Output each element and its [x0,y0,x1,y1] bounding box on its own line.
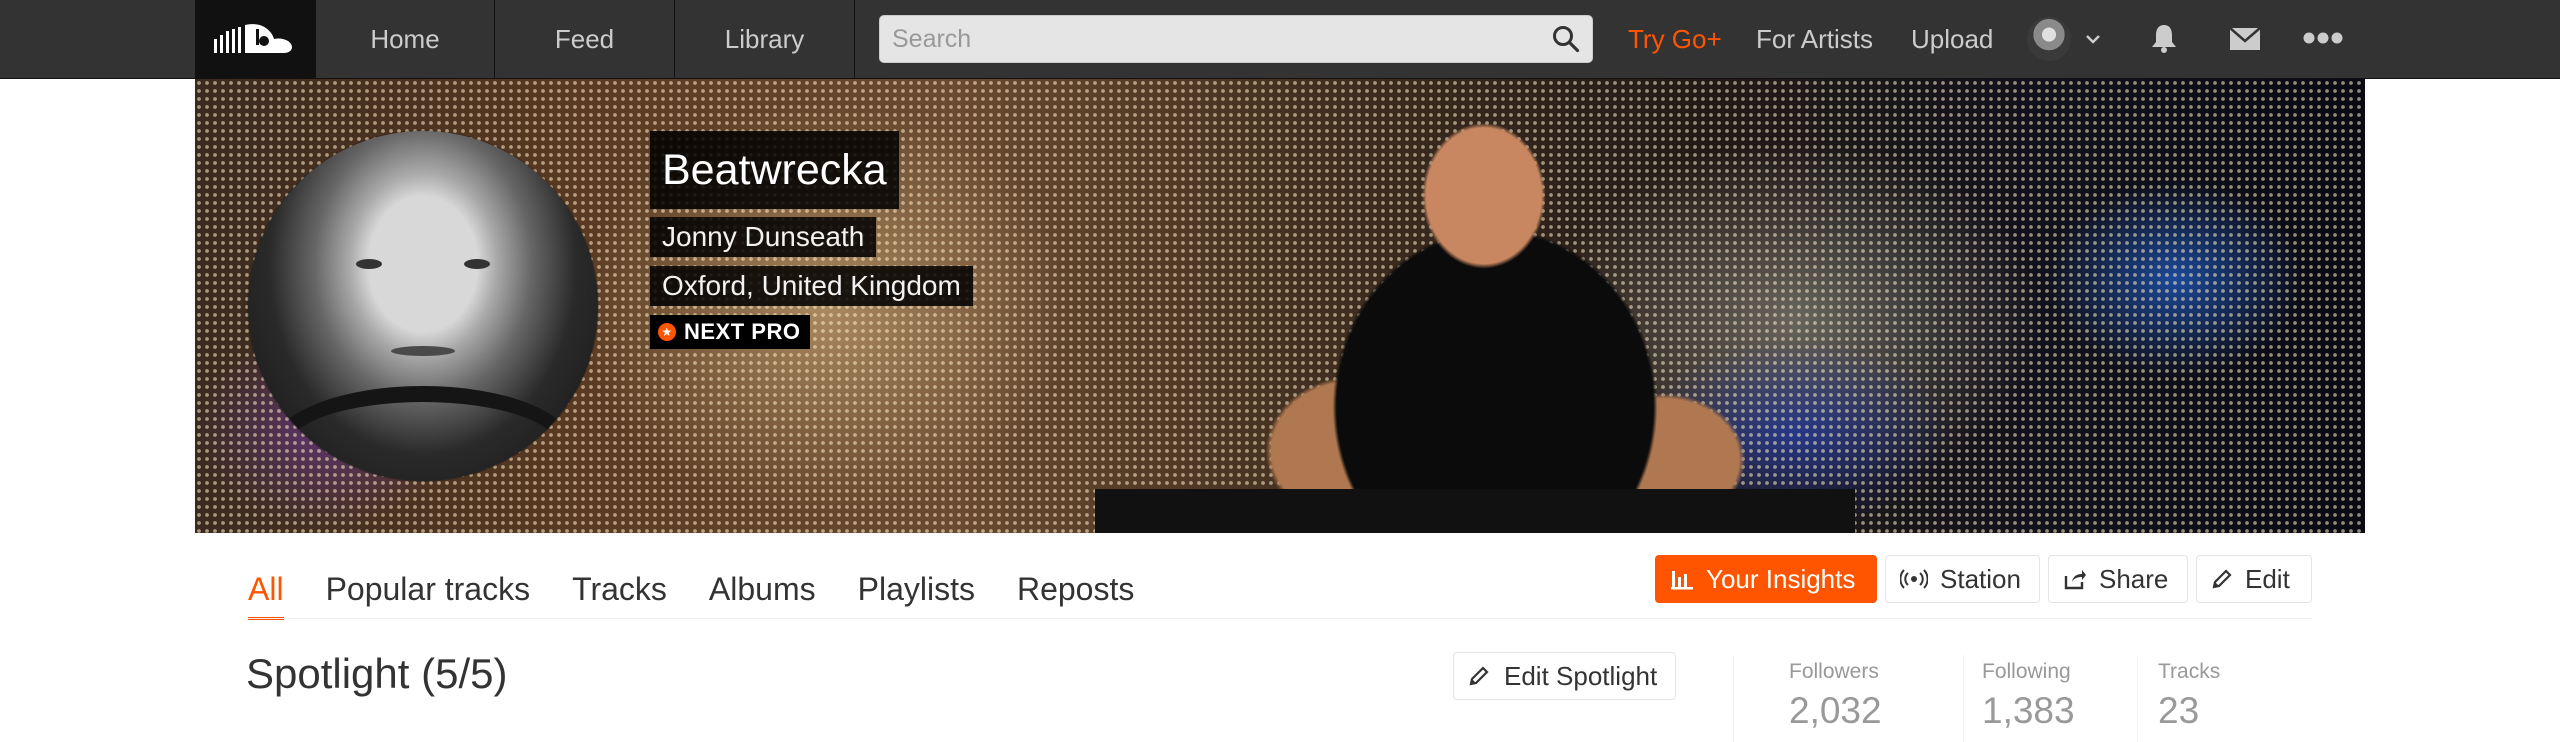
station-label: Station [1940,563,2021,594]
more-options-icon[interactable] [2303,31,2343,49]
tab-reposts[interactable]: Reposts [1017,560,1134,620]
chevron-down-icon [2086,35,2100,44]
upload-link[interactable]: Upload [1911,0,1993,78]
insights-chart-icon [1670,567,1694,591]
edit-profile-button[interactable]: Edit [2196,555,2312,603]
stat-tracks-value: 23 [2158,690,2200,731]
stat-tracks[interactable]: Tracks 23 [2158,660,2220,732]
nav-tab-home-label: Home [370,23,440,54]
stats-divider [1733,655,1734,742]
station-broadcast-icon [1900,569,1928,589]
notifications-bell-icon[interactable] [2150,23,2178,58]
soundcloud-logo[interactable] [195,0,315,78]
spotlight-heading: Spotlight (5/5) [246,650,508,697]
stat-followers-label: Followers [1789,660,1879,683]
user-avatar [2027,17,2071,61]
profile-tabs: All Popular tracks Tracks Albums Playlis… [248,560,1176,620]
tab-playlists[interactable]: Playlists [858,560,975,620]
nav-tab-home[interactable]: Home [315,0,495,78]
stat-following[interactable]: Following 1,383 [1982,660,2075,732]
profile-location: Oxford, United Kingdom [650,266,973,306]
stats-divider [1963,655,1964,742]
nav-tab-feed-label: Feed [554,23,615,54]
profile-real-name: Jonny Dunseath [650,217,877,257]
share-label: Share [2099,563,2169,594]
share-icon [2063,568,2087,590]
next-pro-badge-label: NEXT PRO [684,319,801,344]
profile-username: Beatwrecka [650,131,899,209]
next-pro-badge[interactable]: ★ NEXT PRO [650,315,811,349]
tab-popular-tracks[interactable]: Popular tracks [326,560,531,620]
top-navigation-bar: Home Feed Library Try Go+ For Artists Up… [0,0,2560,79]
soundcloud-logo-icon [214,24,292,53]
stat-following-value: 1,383 [1982,690,2075,731]
try-go-plus-link[interactable]: Try Go+ [1628,0,1722,78]
profile-avatar[interactable] [248,131,598,481]
nav-tab-library-label: Library [724,23,805,54]
search-input[interactable] [880,16,1544,62]
your-insights-label: Your Insights [1706,563,1856,594]
share-button[interactable]: Share [2048,555,2188,603]
edit-spotlight-button[interactable]: Edit Spotlight [1453,652,1677,700]
for-artists-link[interactable]: For Artists [1756,0,1873,78]
pro-star-icon: ★ [658,323,676,341]
nav-tab-library[interactable]: Library [675,0,855,78]
your-insights-button[interactable]: Your Insights [1655,555,1877,603]
search-box [879,15,1593,63]
tab-albums[interactable]: Albums [709,560,816,620]
stat-following-label: Following [1982,660,2071,683]
stat-tracks-label: Tracks [2158,660,2221,683]
tabs-divider [248,618,2312,619]
search-icon[interactable] [1552,25,1580,58]
stat-followers[interactable]: Followers 2,032 [1789,660,1882,732]
edit-spotlight-label: Edit Spotlight [1504,660,1658,691]
tab-tracks[interactable]: Tracks [572,560,667,620]
stats-divider [2137,655,2138,742]
tab-all[interactable]: All [248,560,284,620]
messages-envelope-icon[interactable] [2229,27,2261,56]
pencil-icon [2211,568,2233,590]
nav-tab-feed[interactable]: Feed [495,0,675,78]
edit-label: Edit [2245,563,2290,594]
stat-followers-value: 2,032 [1789,690,1882,731]
pencil-icon [1468,665,1490,687]
header-image-dj [1215,99,1775,533]
user-menu[interactable] [2027,16,2107,62]
station-button[interactable]: Station [1885,555,2040,603]
